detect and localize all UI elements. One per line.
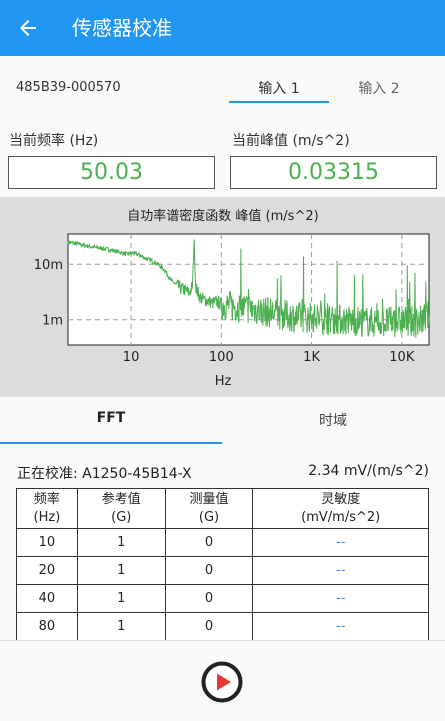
tab-fft[interactable]: FFT (0, 410, 222, 426)
calibration-table: 频率 (Hz) 参考值 (G) 测量值 (G) 灵敏度 (mV/m/s^2) 10 1 … (16, 488, 429, 641)
cell-freq: 10 (16, 528, 78, 557)
bottom-bar (0, 640, 445, 721)
tab-time-domain[interactable]: 时域 (222, 410, 444, 430)
cell-sensitivity: -- (252, 556, 429, 585)
cell-reference: 1 (76, 584, 166, 613)
calibration-label: 正在校准: A1250-45B14-X (17, 466, 192, 482)
cell-sensitivity: -- (252, 528, 429, 557)
freq-value: 50.03 (8, 156, 215, 189)
cell-reference: 1 (76, 556, 166, 585)
header-sensitivity: 灵敏度 (mV/m/s^2) (252, 488, 429, 529)
mode-tab-indicator (0, 442, 222, 444)
cell-sensitivity: -- (252, 612, 429, 641)
tab-input-1[interactable]: 输入 1 (229, 78, 329, 98)
x-tick-label: 10 (123, 350, 140, 365)
table-row: 10 1 0 -- (16, 528, 429, 557)
x-tick-label: 100 (209, 350, 234, 365)
table-row: 20 1 0 -- (16, 556, 429, 585)
cell-measured: 0 (164, 556, 254, 585)
arrow-back-icon[interactable] (16, 16, 40, 40)
y-tick-label: 10m (34, 258, 63, 273)
app-bar: 传感器校准 (0, 0, 445, 56)
cell-freq: 20 (16, 556, 78, 585)
header-freq: 频率 (Hz) (16, 488, 78, 529)
peak-label: 当前峰值 (m/s^2) (232, 133, 350, 149)
cell-freq: 80 (16, 612, 78, 641)
header-reference: 参考值 (G) (76, 488, 166, 529)
play-icon[interactable] (201, 661, 243, 703)
x-tick-label: 10K (389, 350, 415, 365)
header-measured: 测量值 (G) (164, 488, 254, 529)
chart-title: 自功率谱密度函数 峰值 (m/s^2) (127, 208, 318, 224)
cell-sensitivity: -- (252, 584, 429, 613)
table-row: 80 1 0 -- (16, 612, 429, 641)
cell-measured: 0 (164, 612, 254, 641)
table-row: 40 1 0 -- (16, 584, 429, 613)
cell-measured: 0 (164, 528, 254, 557)
psd-chart: 自功率谱密度函数 峰值 (m/s^2) 10 100 1K 10K 10m 1m Hz (34, 208, 430, 389)
cell-measured: 0 (164, 584, 254, 613)
table-header-row: 频率 (Hz) 参考值 (G) 测量值 (G) 灵敏度 (mV/m/s^2) (16, 488, 429, 529)
y-tick-label: 1m (42, 314, 63, 329)
tab-input-2[interactable]: 输入 2 (329, 78, 429, 98)
input-tab-indicator (229, 101, 329, 103)
sensitivity-value: 2.34 mV/(m/s^2) (308, 463, 429, 479)
freq-label: 当前频率 (Hz) (9, 133, 99, 149)
x-axis-label: Hz (215, 374, 232, 389)
x-tick-label: 1K (303, 350, 320, 365)
page-title: 传感器校准 (72, 16, 172, 40)
cell-freq: 40 (16, 584, 78, 613)
cell-reference: 1 (76, 612, 166, 641)
device-id: 485B39-000570 (16, 80, 121, 95)
psd-chart-panel: 自功率谱密度函数 峰值 (m/s^2) 10 100 1K 10K 10m 1m Hz (0, 197, 445, 397)
peak-value: 0.03315 (230, 156, 437, 189)
cell-reference: 1 (76, 528, 166, 557)
